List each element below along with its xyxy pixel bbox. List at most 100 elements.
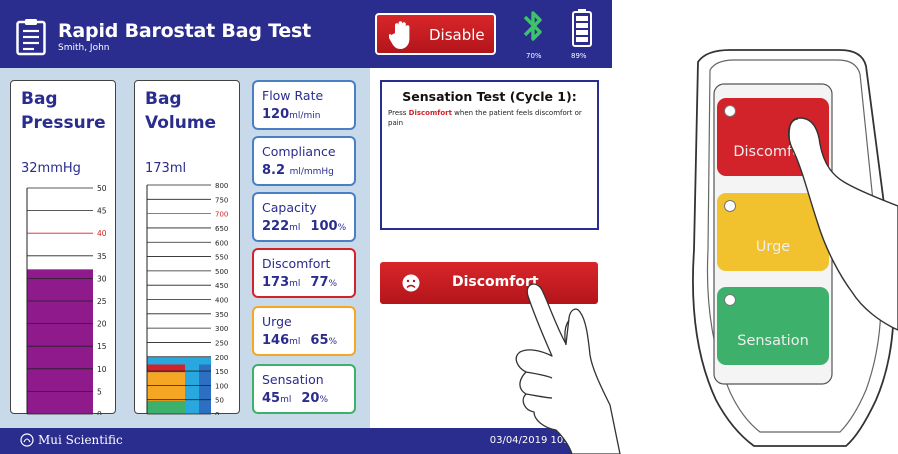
pressure-tick-label: 35 bbox=[97, 252, 107, 261]
flow-rate-card: Flow Rate 120ml/min bbox=[252, 80, 356, 130]
pressure-tick-label: 0 bbox=[97, 410, 102, 415]
volume-scale: 8007507006506005505004504003503002502001… bbox=[146, 182, 228, 415]
sensation-percent: 20 bbox=[301, 391, 320, 406]
clipboard-icon bbox=[16, 19, 46, 56]
volume-tick-label: 300 bbox=[215, 325, 228, 333]
pressure-tick-label: 20 bbox=[97, 320, 107, 329]
discomfort-card: Discomfort 173ml 77% bbox=[252, 248, 356, 298]
instruction-highlight: Discomfort bbox=[408, 109, 452, 117]
capacity-title: Capacity bbox=[262, 200, 317, 215]
instruction-before: Press bbox=[388, 109, 409, 117]
pressure-fill-bar bbox=[27, 269, 93, 414]
capacity-percent: 100 bbox=[310, 219, 338, 234]
discomfort-button[interactable]: Discomfort bbox=[380, 262, 598, 304]
pressure-tick-label: 45 bbox=[97, 207, 107, 216]
volume-tick-label: 0 bbox=[215, 411, 219, 415]
compliance-value: 8.2 bbox=[262, 163, 286, 178]
sensation-value: 45 bbox=[262, 391, 281, 406]
sensation-percent-unit: % bbox=[319, 395, 329, 405]
urge-percent-unit: % bbox=[328, 337, 338, 347]
remote-urge-button[interactable]: Urge bbox=[717, 193, 829, 271]
remote-urge-indicator bbox=[724, 200, 736, 212]
remote-discomfort-label: Discomfort bbox=[733, 144, 813, 160]
capacity-percent-unit: % bbox=[337, 223, 347, 233]
volume-tick-label: 700 bbox=[215, 211, 228, 219]
remote-discomfort-indicator bbox=[724, 105, 736, 117]
pressure-tick-label: 30 bbox=[97, 274, 107, 283]
pressure-scale: 50454035302520151050 bbox=[26, 184, 107, 415]
flow-rate-title: Flow Rate bbox=[262, 88, 324, 103]
volume-tick-label: 600 bbox=[215, 239, 228, 247]
handheld-remote: Discomfort Urge Sensation bbox=[640, 0, 898, 454]
volume-tick-label: 250 bbox=[215, 339, 228, 347]
flow-rate-unit: ml/min bbox=[289, 111, 321, 121]
root: Rapid Barostat Bag Test Smith, John Disa… bbox=[0, 0, 898, 454]
sensation-test-instructions: Press Discomfort when the patient feels … bbox=[388, 108, 594, 128]
distressed-face-icon bbox=[402, 274, 420, 292]
discomfort-percent: 77 bbox=[310, 275, 329, 290]
volume-tick-label: 650 bbox=[215, 225, 228, 233]
remote-sensation-button[interactable]: Sensation bbox=[717, 287, 829, 365]
volume-urge-band bbox=[147, 372, 185, 402]
volume-tick-label: 750 bbox=[215, 196, 228, 204]
capacity-value: 222 bbox=[262, 219, 290, 234]
remote-discomfort-button[interactable]: Discomfort bbox=[717, 98, 829, 176]
pressure-tick-label: 10 bbox=[97, 365, 107, 374]
volume-level-marker bbox=[199, 364, 211, 414]
bluetooth-percent: 70% bbox=[526, 52, 542, 60]
battery-icon bbox=[572, 9, 592, 47]
capacity-card: Capacity 222ml 100% bbox=[252, 192, 356, 242]
sensation-title: Sensation bbox=[262, 372, 324, 387]
volume-tick-label: 400 bbox=[215, 297, 228, 305]
sensation-test-title: Sensation Test (Cycle 1): bbox=[402, 89, 577, 104]
disable-button[interactable]: Disable bbox=[375, 13, 496, 55]
volume-sensation-band bbox=[147, 401, 185, 414]
remote-urge-label: Urge bbox=[755, 239, 791, 255]
patient-name: Smith, John bbox=[58, 43, 110, 53]
header-bar: Rapid Barostat Bag Test Smith, John Disa… bbox=[0, 0, 612, 68]
pressure-tick-label: 50 bbox=[97, 184, 107, 193]
remote-sensation-label: Sensation bbox=[737, 333, 809, 349]
sensation-unit: ml bbox=[280, 395, 292, 405]
pressure-tick-label: 5 bbox=[97, 387, 102, 396]
pressure-tick-label: 15 bbox=[97, 342, 107, 351]
discomfort-unit: ml bbox=[289, 279, 301, 289]
compliance-title: Compliance bbox=[262, 144, 336, 159]
volume-tick-label: 500 bbox=[215, 268, 228, 276]
bag-volume-gauge: Bag Volume 173ml 800 750 700 650 600 550 500 45… bbox=[134, 80, 240, 415]
pressure-tick-label: 25 bbox=[97, 297, 107, 306]
stop-hand-icon bbox=[389, 21, 410, 49]
urge-percent: 65 bbox=[310, 333, 329, 348]
datetime: 03/04/2019 10:32 AM bbox=[489, 435, 598, 446]
measurement-panel: Bag Pressure 32mmHg 50 45 40 35 30 25 20 15 10 5 0… bbox=[0, 68, 370, 428]
sensation-test-box: Sensation Test (Cycle 1): Press Discomfo… bbox=[380, 80, 599, 230]
footer-bar: Mui Scientific 03/04/2019 10:32 AM bbox=[0, 428, 612, 454]
bluetooth-icon bbox=[523, 11, 542, 41]
remote-sensation-indicator bbox=[724, 294, 736, 306]
volume-tick-label: 50 bbox=[215, 397, 224, 405]
compliance-card: Compliance 8.2 ml/mmHg bbox=[252, 136, 356, 186]
discomfort-percent-unit: % bbox=[328, 279, 338, 289]
volume-tick-label: 100 bbox=[215, 382, 228, 390]
device-screen: Rapid Barostat Bag Test Smith, John Disa… bbox=[0, 0, 612, 454]
volume-tick-label: 800 bbox=[215, 182, 228, 190]
battery-percent: 89% bbox=[571, 52, 587, 60]
urge-unit: ml bbox=[289, 337, 301, 347]
volume-tick-label: 200 bbox=[215, 354, 228, 362]
app-title: Rapid Barostat Bag Test bbox=[58, 20, 312, 42]
capacity-unit: ml bbox=[289, 223, 301, 233]
discomfort-value: 173 bbox=[262, 275, 290, 290]
company-logo-icon bbox=[20, 433, 34, 447]
volume-tick-label: 450 bbox=[215, 282, 228, 290]
volume-tick-label: 550 bbox=[215, 254, 228, 262]
pressure-tick-label: 40 bbox=[97, 229, 107, 238]
flow-rate-value: 120 bbox=[262, 107, 290, 122]
discomfort-button-label: Discomfort bbox=[452, 274, 539, 290]
company-name: Mui Scientific bbox=[38, 433, 123, 447]
compliance-unit: ml/mmHg bbox=[289, 167, 334, 177]
urge-card: Urge 146ml 65% bbox=[252, 306, 356, 356]
discomfort-title: Discomfort bbox=[262, 256, 331, 271]
disable-label: Disable bbox=[429, 26, 485, 44]
urge-title: Urge bbox=[262, 314, 292, 329]
volume-tick-label: 350 bbox=[215, 311, 228, 319]
